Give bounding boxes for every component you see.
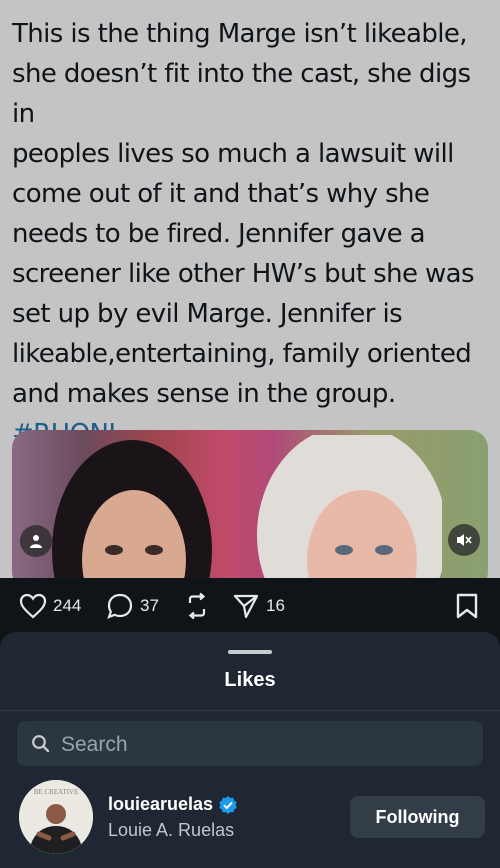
tweet-line: needs to be fired. Jennifer gave a: [12, 219, 426, 249]
tweet-line: screener like other HW’s but she was: [12, 259, 475, 289]
video-frame-person-left: [52, 440, 212, 578]
search-box[interactable]: [17, 721, 483, 768]
mute-button[interactable]: [448, 524, 480, 556]
display-name: Louie A. Ruelas: [108, 820, 235, 840]
sheet-drag-handle[interactable]: [228, 650, 272, 654]
tweet-video[interactable]: [12, 430, 488, 578]
like-button[interactable]: 244: [19, 592, 81, 620]
reply-count: 37: [140, 596, 159, 615]
divider: [0, 710, 500, 711]
share-button[interactable]: 16: [232, 592, 285, 620]
like-count: 244: [53, 596, 82, 615]
username[interactable]: louiearuelas: [108, 794, 238, 815]
retweet-button[interactable]: [184, 592, 210, 620]
heart-icon: [19, 593, 47, 619]
tweet-line: likeable,entertaining, family oriented: [12, 339, 472, 369]
tweet-text: This is the thing Marge isn’t likeable, …: [12, 14, 492, 454]
muted-speaker-icon: [457, 534, 472, 546]
search-input[interactable]: [59, 721, 463, 768]
tweet-line: set up by evil Marge. Jennifer is: [12, 299, 403, 329]
likes-sheet: Likes BE CREATIVE louiearuelas Louie: [0, 632, 500, 868]
following-button[interactable]: Following: [350, 796, 485, 838]
verified-badge-icon: [219, 795, 237, 814]
send-icon: [233, 594, 259, 619]
tweet-area: This is the thing Marge isn’t likeable, …: [0, 0, 500, 578]
reply-bubble-icon: [107, 593, 133, 619]
person-tag-button[interactable]: [20, 525, 52, 557]
avatar[interactable]: BE CREATIVE: [19, 780, 93, 854]
bookmark-icon: [456, 593, 478, 619]
tweet-line: come out of it and that’s why she: [12, 179, 430, 209]
tweet-action-bar: 244 37 16: [0, 578, 500, 632]
bookmark-button[interactable]: [455, 592, 479, 620]
search-icon: [32, 735, 50, 753]
tweet-line: This is the thing Marge isn’t likeable,: [12, 19, 468, 49]
avatar-image: BE CREATIVE: [19, 780, 93, 854]
tweet-line: she doesn’t fit into the cast, she digs …: [12, 59, 471, 129]
sheet-title: Likes: [224, 669, 276, 691]
list-item[interactable]: BE CREATIVE louiearuelas Louie A. Ruelas…: [0, 778, 500, 858]
username-text: louiearuelas: [108, 794, 214, 814]
person-icon: [30, 535, 42, 548]
tweet-line: peoples lives so much a lawsuit will: [12, 139, 454, 169]
reply-button[interactable]: 37: [106, 592, 159, 620]
video-frame-person-right: [257, 435, 442, 578]
retweet-icon: [188, 592, 206, 620]
view-count: 16: [266, 596, 285, 615]
avatar-text: BE CREATIVE: [34, 788, 79, 796]
tweet-line: and makes sense in the group.: [12, 379, 396, 409]
